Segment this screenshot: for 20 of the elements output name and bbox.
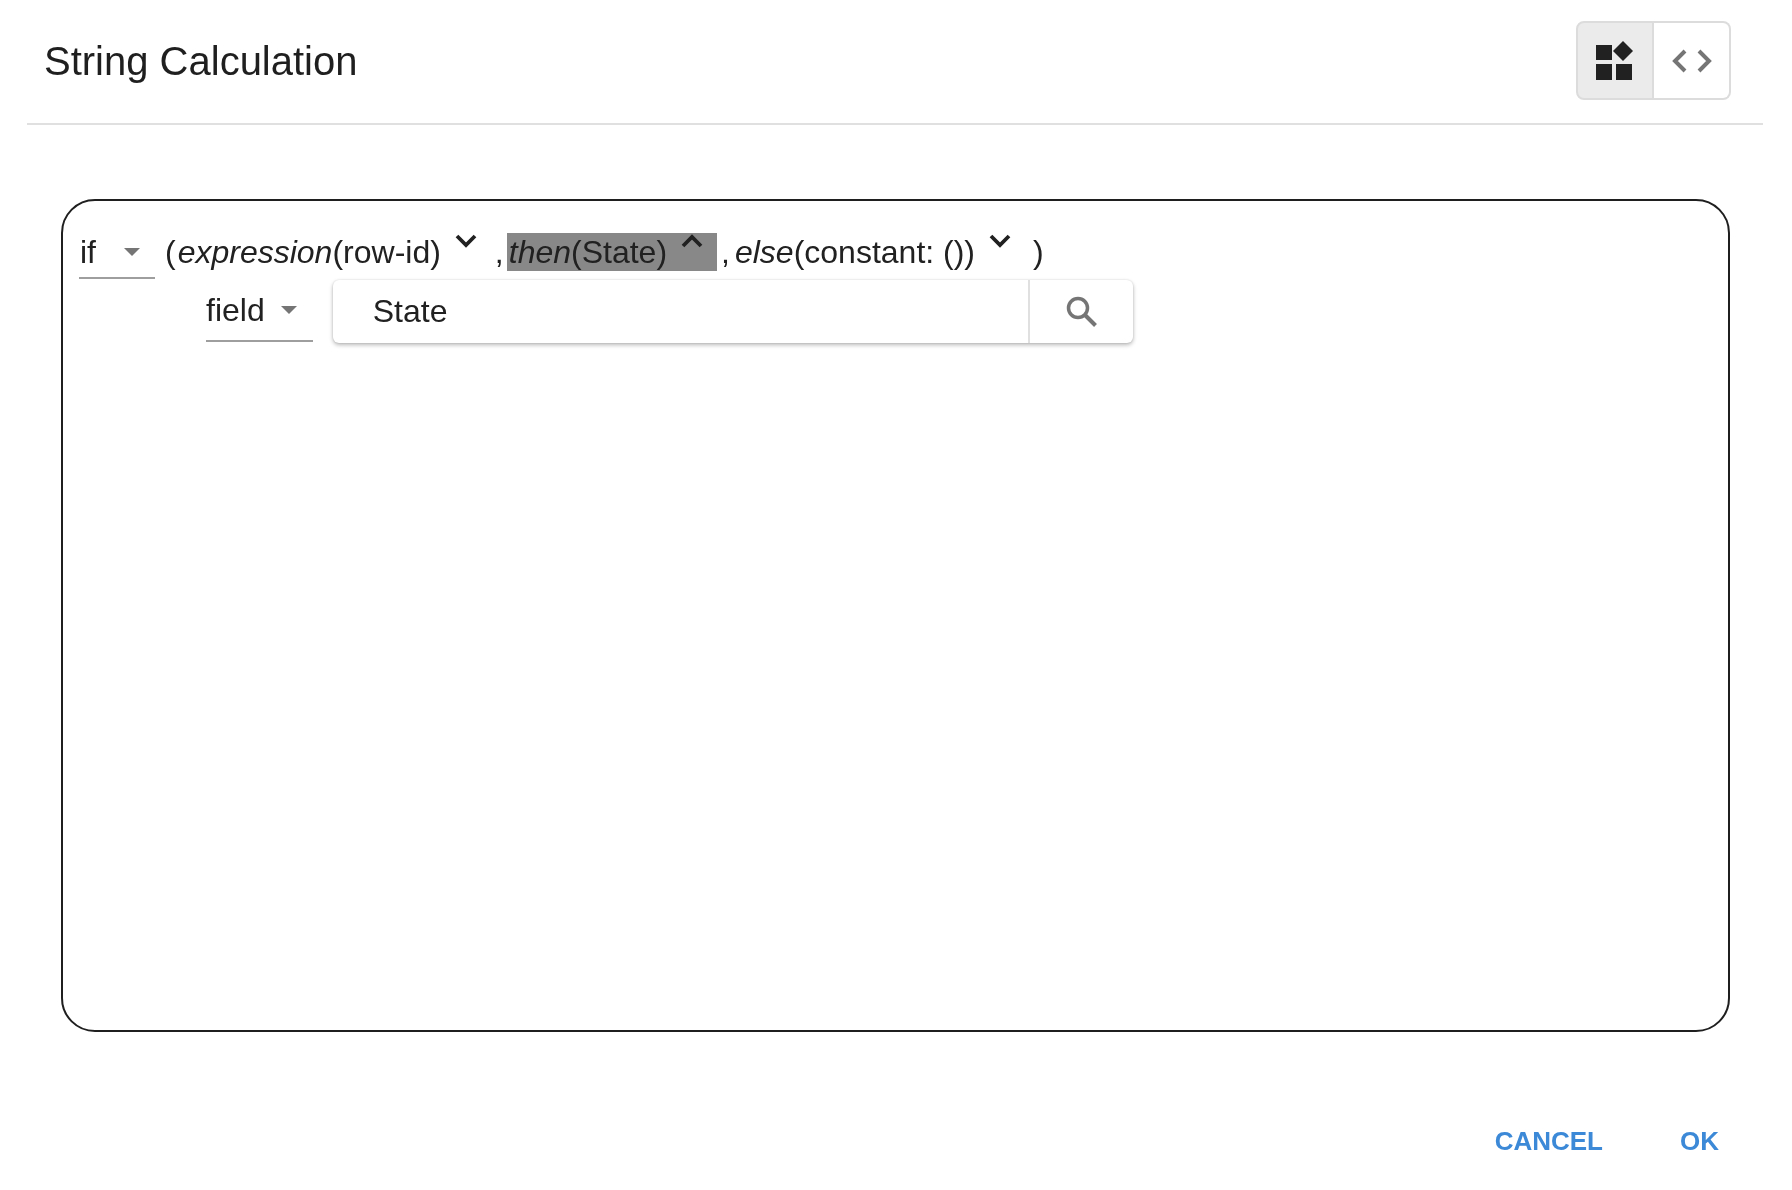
view-toggle-button[interactable]	[1576, 21, 1654, 100]
view-toggle-button[interactable]	[1654, 21, 1731, 100]
punctuation: ,	[494, 233, 504, 271]
source-dropdown[interactable]: field	[206, 280, 313, 342]
operator-dropdown[interactable]: if	[79, 231, 155, 279]
search-icon	[1065, 296, 1097, 327]
caret-icon	[280, 306, 297, 314]
dialog-action-button[interactable]: CANCEL	[1478, 1118, 1619, 1165]
argument-toggle[interactable]: expression(row-id)	[175, 233, 491, 271]
punctuation: ,	[721, 233, 730, 271]
dialog-title: String Calculation	[44, 37, 358, 85]
search-field[interactable]: State	[332, 280, 1028, 343]
argument-toggle[interactable]: then(State)	[506, 233, 718, 271]
punctuation: )	[1033, 233, 1044, 271]
code-icon	[1671, 48, 1712, 73]
caret-icon	[124, 248, 140, 256]
punctuation: (	[165, 233, 176, 271]
blocks-icon	[1596, 41, 1634, 80]
argument-toggle[interactable]: else(constant: ())	[732, 233, 1025, 271]
dialog-action-button[interactable]: OK	[1664, 1118, 1735, 1165]
